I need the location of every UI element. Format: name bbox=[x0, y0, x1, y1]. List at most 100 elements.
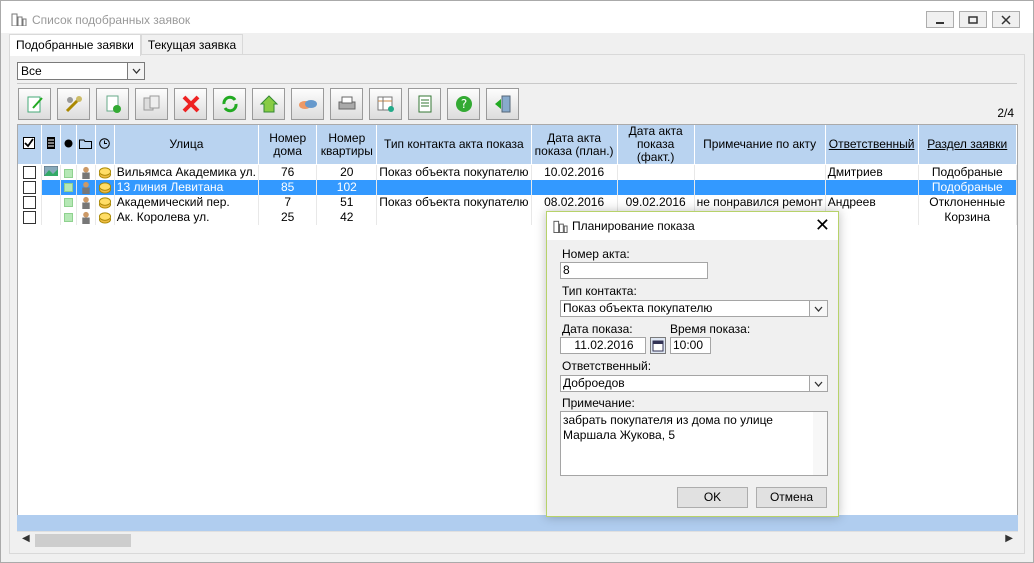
note-textarea[interactable]: забрать покупателя из дома по улице Марш… bbox=[560, 411, 828, 476]
vertical-scrollbar[interactable] bbox=[813, 412, 827, 475]
coins-icon bbox=[95, 164, 115, 180]
cell-date-fact: 09.02.2016 bbox=[617, 194, 695, 210]
note-text: забрать покупателя из дома по улице Марш… bbox=[563, 413, 773, 442]
print-button[interactable] bbox=[330, 88, 363, 120]
restore-button[interactable] bbox=[959, 11, 987, 28]
svg-text:?: ? bbox=[460, 97, 466, 111]
status-square-icon bbox=[60, 179, 77, 195]
header-folder[interactable] bbox=[76, 125, 96, 165]
cell-section: Подобраные bbox=[918, 179, 1017, 195]
time-label: Время показа: bbox=[670, 322, 751, 336]
delete-button[interactable] bbox=[174, 88, 207, 120]
home-icon bbox=[259, 95, 278, 113]
cell-apartment: 42 bbox=[316, 209, 378, 225]
cell-note bbox=[694, 164, 826, 180]
table-row-selected[interactable]: 13 линия Левитана 85 102 Подобраные bbox=[18, 179, 1017, 195]
edit-button[interactable] bbox=[18, 88, 51, 120]
copy-button[interactable] bbox=[135, 88, 168, 120]
document-check-button[interactable] bbox=[96, 88, 129, 120]
cell-date-plan: 08.02.2016 bbox=[531, 194, 618, 210]
time-field[interactable]: 10:00 bbox=[670, 337, 711, 354]
table-row[interactable]: Академический пер. 7 51 Показ объекта по… bbox=[18, 194, 1017, 210]
contact-type-label: Тип контакта: bbox=[562, 284, 637, 298]
cell-responsible bbox=[825, 209, 919, 225]
cell-responsible bbox=[825, 179, 919, 195]
scroll-left-icon[interactable]: ◀ bbox=[22, 533, 30, 544]
cell-street: Вильямса Академика ул. bbox=[114, 164, 259, 180]
header-note[interactable]: Примечание по акту bbox=[694, 125, 826, 165]
filter-select[interactable]: Все bbox=[17, 62, 145, 80]
list-icon bbox=[46, 137, 55, 149]
header-responsible[interactable]: Ответственный bbox=[825, 125, 919, 165]
report-icon bbox=[418, 95, 431, 113]
responsible-select[interactable]: Доброедов bbox=[560, 375, 828, 392]
header-dot[interactable] bbox=[60, 125, 77, 165]
chevron-down-icon[interactable] bbox=[127, 63, 144, 79]
cell-apartment: 51 bbox=[316, 194, 378, 210]
header-date-plan[interactable]: Дата акта показа (план.) bbox=[531, 125, 618, 165]
calendar-button[interactable] bbox=[650, 337, 666, 354]
cell-contact-type: Показ объекта покупателю bbox=[376, 194, 532, 210]
tools-button[interactable] bbox=[57, 88, 90, 120]
chevron-down-icon[interactable] bbox=[809, 376, 827, 391]
dialog-title-bar: Планирование показа ✕ bbox=[547, 212, 838, 240]
horizontal-scrollbar[interactable]: ◀ ▶ bbox=[17, 531, 1018, 548]
table-row[interactable]: Вильямса Академика ул. 76 20 Показ объек… bbox=[18, 164, 1017, 180]
checkbox-checked-icon bbox=[23, 137, 36, 149]
photo-icon bbox=[41, 164, 61, 180]
cell-house: 7 bbox=[258, 194, 318, 210]
scroll-right-icon[interactable]: ▶ bbox=[1005, 533, 1013, 544]
requests-grid: Улица Номер дома Номер квартиры Тип конт… bbox=[17, 124, 1018, 532]
header-contact-type[interactable]: Тип контакта акта показа bbox=[376, 125, 532, 165]
cell-contact-type bbox=[376, 209, 532, 225]
cell-apartment: 102 bbox=[316, 179, 378, 195]
cell-street: Ак. Королева ул. bbox=[114, 209, 259, 225]
chevron-down-icon[interactable] bbox=[809, 301, 827, 316]
header-date-fact[interactable]: Дата акта показа (факт.) bbox=[617, 125, 695, 165]
refresh-button[interactable] bbox=[213, 88, 246, 120]
header-house[interactable]: Номер дома bbox=[258, 125, 318, 165]
cell-house: 76 bbox=[258, 164, 318, 180]
cell-section: Отклоненные bbox=[918, 194, 1017, 210]
header-check[interactable] bbox=[18, 125, 42, 165]
header-list[interactable] bbox=[41, 125, 61, 165]
row-checkbox[interactable] bbox=[18, 179, 42, 195]
scroll-thumb[interactable] bbox=[35, 534, 131, 547]
folder-icon bbox=[79, 139, 93, 149]
tab-selected-requests[interactable]: Подобранные заявки bbox=[9, 34, 141, 56]
contact-type-select[interactable]: Показ объекта покупателю bbox=[560, 300, 828, 317]
header-street[interactable]: Улица bbox=[114, 125, 259, 165]
exit-button[interactable] bbox=[486, 88, 519, 120]
row-checkbox[interactable] bbox=[18, 209, 42, 225]
person-icon bbox=[76, 164, 96, 180]
header-section[interactable]: Раздел заявки bbox=[918, 125, 1017, 165]
cell-date-plan: 10.02.2016 bbox=[531, 164, 618, 180]
act-number-field[interactable]: 8 bbox=[560, 262, 708, 279]
report-button[interactable] bbox=[408, 88, 441, 120]
table-row[interactable]: Ак. Королева ул. 25 42 Корзина bbox=[18, 209, 1017, 225]
handshake-button[interactable] bbox=[291, 88, 324, 120]
copy-icon bbox=[143, 95, 159, 111]
row-checkbox[interactable] bbox=[18, 194, 42, 210]
row-checkbox[interactable] bbox=[18, 164, 42, 180]
cell-contact-type: Показ объекта покупателю bbox=[376, 164, 532, 180]
help-button[interactable]: ? bbox=[447, 88, 480, 120]
home-button[interactable] bbox=[252, 88, 285, 120]
print-icon bbox=[338, 96, 355, 110]
table-button[interactable] bbox=[369, 88, 402, 120]
date-field[interactable]: 11.02.2016 bbox=[560, 337, 646, 354]
dialog-close-icon[interactable]: ✕ bbox=[815, 216, 830, 234]
ok-button[interactable]: OK bbox=[677, 487, 748, 508]
tab-current-request[interactable]: Текущая заявка bbox=[140, 34, 244, 55]
header-clock[interactable] bbox=[95, 125, 115, 165]
minimize-button[interactable] bbox=[926, 11, 954, 28]
cell-house: 85 bbox=[258, 179, 318, 195]
cancel-button[interactable]: Отмена bbox=[756, 487, 827, 508]
buildings-icon bbox=[553, 220, 568, 233]
status-square-icon bbox=[60, 164, 77, 180]
close-button[interactable] bbox=[992, 11, 1020, 28]
document-check-icon bbox=[106, 95, 121, 113]
tab-panel: Все ? 2/4 Улица Номер дома Номер квартир… bbox=[9, 54, 1025, 554]
header-apartment[interactable]: Номер квартиры bbox=[316, 125, 378, 165]
cell-date-fact bbox=[617, 179, 695, 195]
